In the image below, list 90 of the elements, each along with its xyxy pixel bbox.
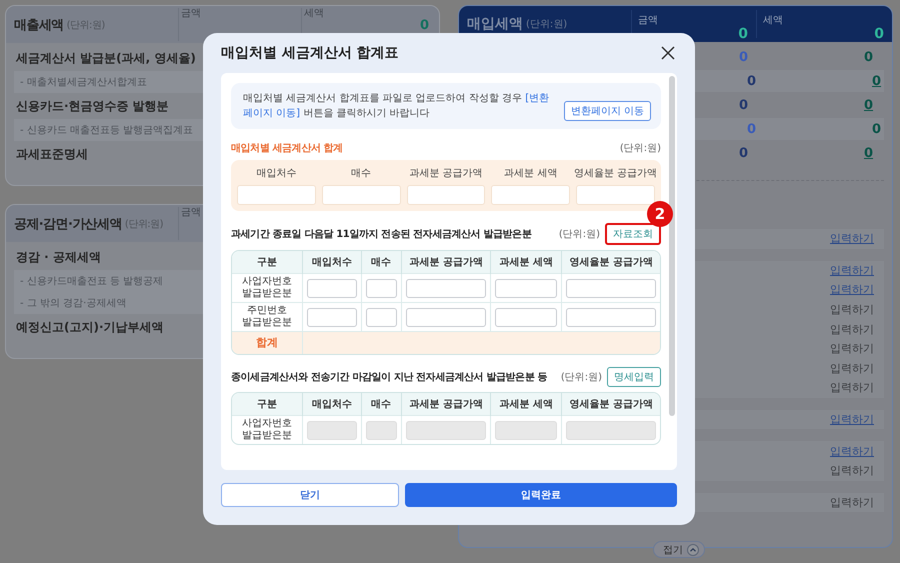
row-label: 과세표준명세 — [16, 146, 88, 162]
input-field[interactable] — [307, 308, 357, 327]
input-field[interactable] — [491, 185, 570, 205]
tax-value: 0 — [872, 122, 882, 136]
input-field[interactable] — [406, 279, 486, 298]
section-title: 종이세금계산서와 전송기간 마감일이 지난 전자세금계산서 발급받은분 등 — [231, 371, 548, 384]
table-header-cell: 매수 — [371, 399, 392, 410]
input-link[interactable]: 입력하기 — [830, 463, 874, 478]
tax-link[interactable]: 0 — [864, 98, 874, 112]
input-field[interactable] — [495, 279, 558, 298]
unit-label: (단위:원) — [558, 228, 600, 241]
column-label: 매수 — [351, 167, 372, 180]
column-label: 금액 — [181, 8, 202, 19]
table-header-cell: 구분 — [257, 399, 277, 410]
close-icon[interactable] — [661, 46, 675, 60]
table-header-cell: 매수 — [371, 257, 392, 268]
column-label: 영세율분 공급가액 — [574, 167, 658, 180]
column-label: 과세분 세액 — [504, 167, 558, 180]
input-link[interactable]: 입력하기 — [830, 444, 874, 459]
scrollbar-thumb[interactable] — [669, 76, 675, 416]
table-header-cell: 영세율분 공급가액 — [569, 399, 653, 410]
column-label: 세액 — [763, 14, 784, 27]
input-field[interactable] — [576, 185, 655, 205]
row-label: 사업자번호 발급받은분 — [242, 418, 292, 441]
panel-title: 공제·감면·가산세액 — [14, 216, 122, 232]
column-total: 0 — [420, 20, 429, 32]
input-field[interactable] — [307, 279, 357, 298]
tax-link[interactable]: 0 — [864, 146, 874, 160]
section-title: 과세기간 종료일 다음달 11일까지 전송된 전자세금계산서 발급받은분 — [231, 228, 532, 241]
tax-link[interactable]: 0 — [872, 74, 882, 88]
panel-title: 매출세액 — [14, 16, 64, 34]
amount-value: 0 — [739, 146, 749, 160]
unit-label: (단위:원) — [620, 142, 661, 155]
column-total: 0 — [874, 27, 884, 41]
row-label: 신용카드·현금영수증 발행분 — [16, 98, 169, 114]
table-header-cell: 과세분 세액 — [500, 257, 554, 268]
input-link[interactable]: 입력하기 — [830, 262, 874, 278]
input-link[interactable]: 입력하기 — [830, 412, 874, 428]
column-label: 금액 — [638, 14, 659, 27]
table-header-cell: 과세분 공급가액 — [409, 257, 483, 268]
collapse-button[interactable]: 접기 — [653, 541, 705, 558]
row-label: 경감 · 공제세액 — [16, 248, 101, 266]
input-link[interactable]: 입력하기 — [830, 341, 874, 356]
modal-title: 매입처별 세금계산서 합계표 — [221, 44, 399, 62]
table-header-cell: 과세분 공급가액 — [409, 399, 483, 410]
row-label: 예정신고(고지)·기납부세액 — [16, 318, 164, 336]
input-field[interactable] — [566, 308, 656, 327]
section-button[interactable]: 자료조회 — [605, 223, 661, 245]
input-link[interactable]: 입력하기 — [830, 282, 874, 298]
table-header-cell: 과세분 세액 — [500, 399, 554, 410]
input-link[interactable]: 입력하기 — [830, 360, 874, 376]
input-field[interactable] — [237, 185, 316, 205]
column-label: 금액 — [181, 207, 202, 218]
section-title: 매입처별 세금계산서 합계 — [231, 142, 344, 155]
total-label: 합계 — [256, 336, 278, 348]
input-link[interactable]: 입력하기 — [830, 322, 874, 337]
close-button[interactable]: 닫기 — [221, 483, 399, 507]
column-label: 매입처수 — [256, 167, 296, 180]
column-label: 세액 — [304, 8, 325, 19]
input-link[interactable]: 입력하기 — [830, 231, 874, 246]
input-link[interactable]: 입력하기 — [830, 380, 874, 396]
input-field[interactable] — [366, 308, 397, 327]
input-field[interactable] — [322, 185, 401, 205]
notice-text: 매입처별 세금계산서 합계표를 파일로 업로드하여 작성할 경우 [변환페이지 이동] 버튼을 클릭하시기 바랍니다 — [243, 92, 550, 121]
input-field[interactable] — [406, 185, 486, 205]
section-button[interactable]: 명세입력 — [607, 367, 661, 387]
table-header-cell: 매입처수 — [312, 399, 352, 410]
input-field[interactable] — [406, 308, 486, 327]
input-link[interactable]: 입력하기 — [830, 494, 874, 510]
table-header-cell: 영세율분 공급가액 — [569, 257, 653, 268]
submit-button[interactable]: 입력완료 — [405, 483, 677, 507]
convert-page-button[interactable]: 변환페이지 이동 — [564, 101, 651, 121]
row-label: 세금계산서 발급분(과세, 영세율) — [16, 50, 196, 66]
amount-value: 0 — [747, 74, 757, 88]
input-link[interactable]: 입력하기 — [830, 302, 874, 318]
amount-value: 0 — [747, 122, 757, 136]
amount-value: 0 — [739, 98, 749, 112]
column-label: 과세분 공급가액 — [409, 167, 483, 180]
unit-label: (단위:원) — [560, 371, 602, 384]
table-header-cell: 구분 — [257, 257, 277, 268]
unit-label: (단위:원) — [526, 18, 568, 31]
column-total: 0 — [738, 27, 748, 41]
table-header-cell: 매입처수 — [312, 257, 352, 268]
input-field[interactable] — [566, 279, 656, 298]
caret-up-icon — [687, 544, 699, 556]
tax-value: 0 — [864, 50, 874, 64]
input-field[interactable] — [366, 279, 397, 298]
panel-title: 매입세액 — [467, 15, 523, 33]
input-field[interactable] — [495, 308, 558, 327]
amount-value: 0 — [739, 50, 749, 64]
